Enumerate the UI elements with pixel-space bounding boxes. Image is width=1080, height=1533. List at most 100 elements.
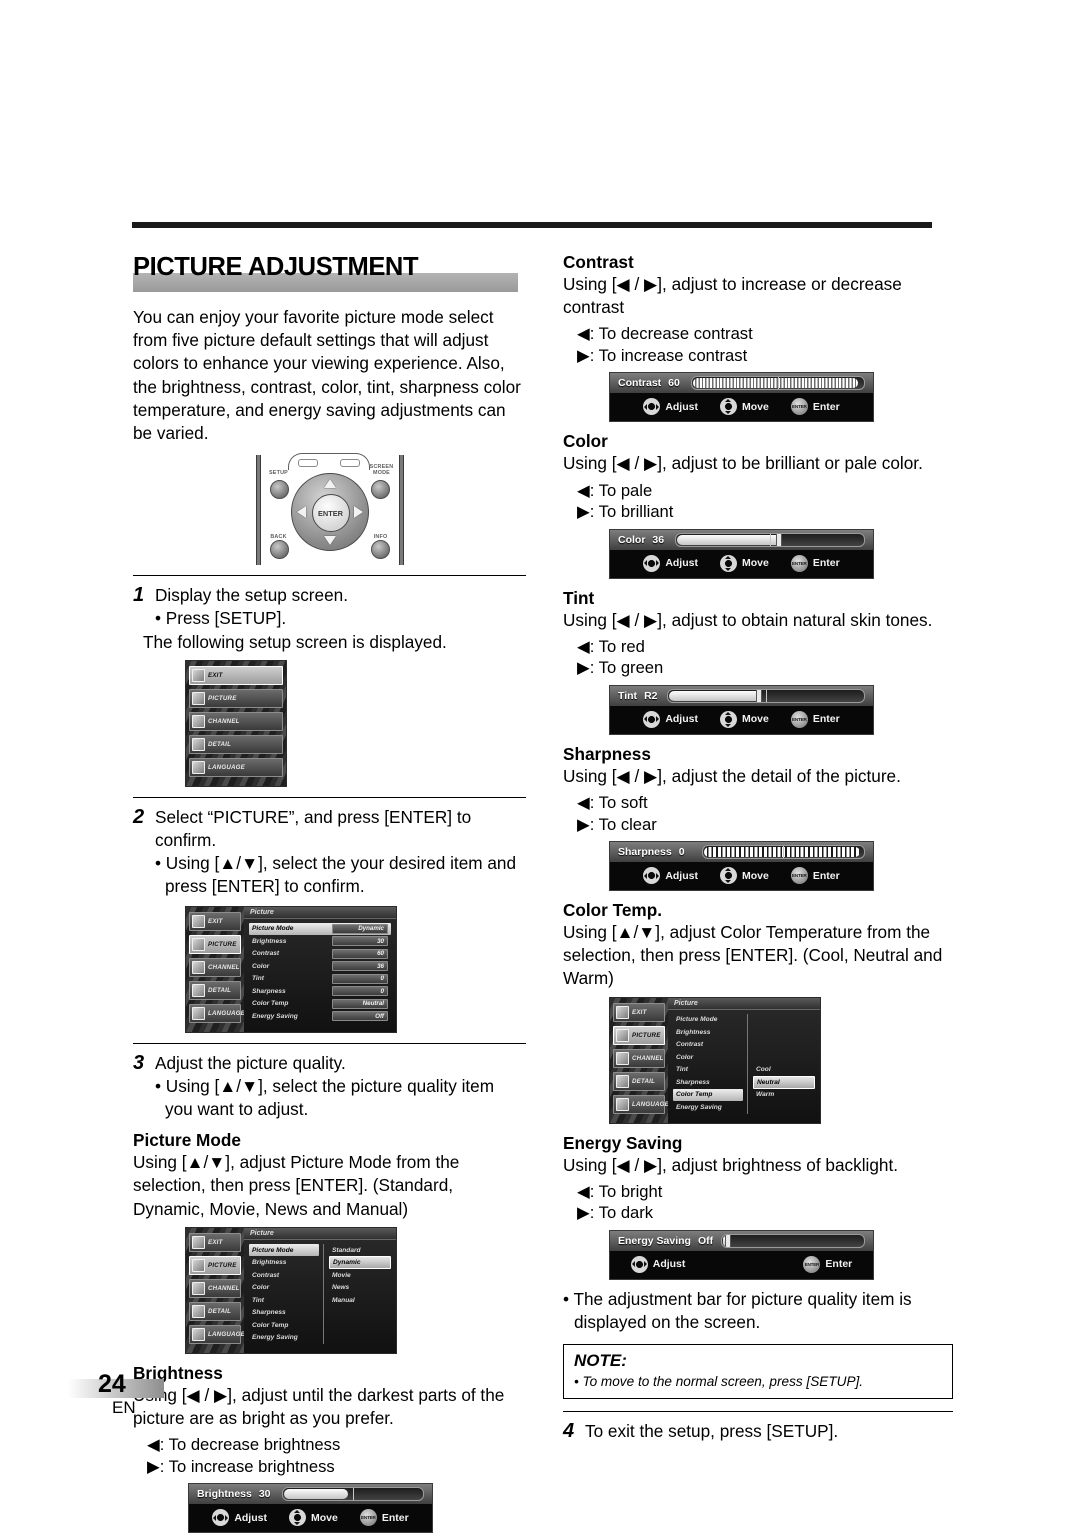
page-title-block: PICTURE ADJUSTMENT — [133, 252, 526, 296]
adjust-button[interactable]: Adjust — [643, 710, 698, 728]
option-dynamic[interactable]: Dynamic — [329, 1256, 391, 1269]
picture-mode-item-language[interactable]: LANGUAGE — [189, 1324, 245, 1344]
brightness-bar-top: Brightness 30 — [189, 1484, 432, 1505]
table-row[interactable]: Color 36 — [249, 960, 391, 973]
table-row[interactable]: Sharpness — [673, 1076, 743, 1089]
move-button[interactable]: Move — [719, 398, 769, 416]
table-row[interactable]: Brightness — [673, 1026, 743, 1039]
color-temp-item-language-label: LANGUAGE — [632, 1100, 670, 1108]
picture-icon — [192, 691, 205, 705]
option-manual[interactable]: Manual — [329, 1294, 391, 1307]
option-warm[interactable]: Warm — [753, 1089, 815, 1102]
table-row[interactable]: Color Temp — [249, 1319, 319, 1332]
adjust-button[interactable]: Adjust — [643, 867, 698, 885]
table-row[interactable]: Brightness 30 — [249, 935, 391, 948]
table-row[interactable]: Picture Mode — [673, 1014, 743, 1027]
move-label: Move — [741, 557, 769, 570]
remote-info-button[interactable] — [370, 540, 390, 560]
move-button[interactable]: Move — [719, 710, 769, 728]
row-label: Brightness — [252, 1259, 287, 1267]
energy-saving-gauge[interactable] — [720, 1233, 865, 1248]
setup-menu-item-detail[interactable]: DETAIL — [189, 734, 283, 754]
adjust-button[interactable]: Adjust — [643, 554, 698, 572]
remote-screen-mode-button[interactable] — [370, 480, 390, 500]
option-news[interactable]: News — [329, 1281, 391, 1294]
enter-button[interactable]: ENTER Enter — [790, 710, 840, 728]
enter-button[interactable]: ENTER Enter — [790, 554, 840, 572]
setup-menu-item-exit[interactable]: EXIT — [189, 665, 283, 685]
color-temp-item-picture[interactable]: PICTURE — [613, 1025, 665, 1045]
table-row[interactable]: Sharpness — [249, 1306, 319, 1319]
row-label: Tint — [252, 975, 264, 983]
move-button[interactable]: Move — [719, 554, 769, 572]
setup-menu-item-picture[interactable]: PICTURE — [189, 688, 283, 708]
color-temp-item-detail[interactable]: DETAIL — [613, 1071, 665, 1091]
table-row[interactable]: Sharpness 0 — [249, 985, 391, 998]
color-temp-main: Picture Picture Mode Brightness Contrast… — [668, 997, 820, 1123]
table-row[interactable]: Tint — [249, 1294, 319, 1307]
enter-button[interactable]: ENTER Enter — [790, 398, 840, 416]
table-row[interactable]: Energy Saving — [249, 1331, 319, 1344]
color-temp-item-channel[interactable]: CHANNEL — [613, 1048, 665, 1068]
table-row[interactable]: Tint 0 — [249, 973, 391, 986]
picture-mode-item-picture[interactable]: PICTURE — [189, 1255, 241, 1275]
move-button[interactable]: Move — [719, 867, 769, 885]
table-row[interactable]: Brightness — [249, 1256, 319, 1269]
sharpness-gauge[interactable] — [701, 845, 865, 860]
tint-gauge[interactable] — [667, 688, 865, 703]
table-row[interactable]: Color Temp — [673, 1088, 743, 1102]
color-temp-item-exit[interactable]: EXIT — [613, 1002, 665, 1022]
setup-menu-item-channel[interactable]: CHANNEL — [189, 711, 283, 731]
table-row[interactable]: Picture Mode Dynamic — [249, 922, 391, 936]
brightness-gauge[interactable] — [281, 1487, 424, 1502]
remote-back-button[interactable] — [269, 540, 289, 560]
remote-setup-button[interactable] — [269, 480, 289, 500]
enter-button[interactable]: ENTER Enter — [803, 1255, 852, 1273]
adjust-button[interactable]: Adjust — [630, 1255, 685, 1273]
dpad-up-arrow-icon[interactable] — [323, 479, 336, 489]
picture-menu-item-detail[interactable]: DETAIL — [189, 980, 241, 1000]
dpad-right-arrow-icon[interactable] — [353, 506, 363, 519]
color-temp-item-language[interactable]: LANGUAGE — [613, 1094, 669, 1114]
enter-button[interactable]: ENTER Enter — [359, 1509, 409, 1527]
remote-dpad[interactable]: ENTER — [290, 473, 369, 552]
setup-menu-item-language[interactable]: LANGUAGE — [189, 757, 283, 777]
table-row[interactable]: Picture Mode — [249, 1243, 319, 1257]
color-gauge[interactable] — [675, 532, 865, 547]
step-3-bullet-a: • Using [▲/▼], select the picture qualit… — [155, 1075, 495, 1120]
picture-menu-item-channel[interactable]: CHANNEL — [189, 957, 241, 977]
remote-enter-button[interactable]: ENTER — [311, 494, 350, 533]
option-neutral[interactable]: Neutral — [753, 1076, 815, 1089]
picture-mode-item-detail[interactable]: DETAIL — [189, 1301, 241, 1321]
option-standard[interactable]: Standard — [329, 1244, 391, 1257]
remote-control-illustration: SETUP SCREEN MODE BACK INFO ENTER — [254, 453, 406, 566]
picture-menu-item-picture[interactable]: PICTURE — [189, 934, 241, 954]
table-row[interactable]: Energy Saving Off — [249, 1010, 391, 1023]
table-row[interactable]: Tint — [673, 1064, 743, 1077]
enter-button[interactable]: ENTER Enter — [790, 867, 840, 885]
table-row[interactable]: Contrast — [673, 1039, 743, 1052]
table-row[interactable]: Contrast — [249, 1269, 319, 1282]
dpad-down-arrow-icon[interactable] — [323, 536, 336, 546]
picture-menu-item-exit[interactable]: EXIT — [189, 911, 241, 931]
table-row[interactable]: Contrast 60 — [249, 948, 391, 961]
picture-mode-item-channel[interactable]: CHANNEL — [189, 1278, 241, 1298]
adjust-button[interactable]: Adjust — [212, 1509, 267, 1527]
picture-mode-item-exit[interactable]: EXIT — [189, 1232, 241, 1252]
contrast-gauge[interactable] — [691, 376, 865, 391]
adjust-button[interactable]: Adjust — [643, 398, 698, 416]
table-row[interactable]: Energy Saving — [673, 1101, 743, 1114]
move-button[interactable]: Move — [288, 1509, 338, 1527]
gauge-midpoint — [766, 689, 768, 702]
table-row[interactable]: Color — [673, 1051, 743, 1064]
step-2-text: Select “PICTURE”, and press [ENTER] to c… — [155, 806, 472, 851]
color-body: Using [◀ / ▶], adjust to be brilliant or… — [563, 453, 923, 474]
picture-menu-item-language-label: LANGUAGE — [208, 1009, 246, 1017]
picture-menu-item-language[interactable]: LANGUAGE — [189, 1003, 245, 1023]
option-cool[interactable]: Cool — [753, 1064, 815, 1077]
dpad-left-arrow-icon[interactable] — [296, 506, 306, 519]
option-movie[interactable]: Movie — [329, 1269, 391, 1282]
table-row[interactable]: Color Temp Neutral — [249, 998, 391, 1011]
gauge-midpoint — [770, 533, 772, 546]
table-row[interactable]: Color — [249, 1281, 319, 1294]
